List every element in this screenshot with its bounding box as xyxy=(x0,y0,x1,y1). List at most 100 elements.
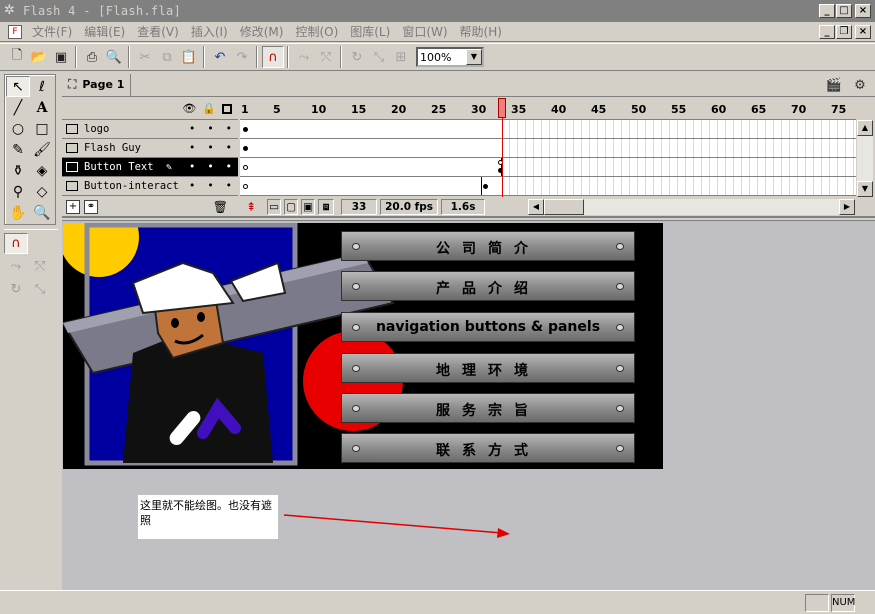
print-preview-icon[interactable]: 🔍 xyxy=(103,46,125,68)
nav-button-service[interactable]: 服务宗旨 xyxy=(341,393,635,423)
snap-magnet-icon[interactable]: ∩ xyxy=(262,46,284,68)
menu-help[interactable]: 帮助(H) xyxy=(454,22,508,42)
paint-bucket-tool-icon[interactable]: ◈ xyxy=(30,160,54,181)
frame-row-button-text[interactable] xyxy=(240,158,856,177)
oval-tool-icon[interactable]: ○ xyxy=(6,118,30,139)
menu-view[interactable]: 查看(V) xyxy=(131,22,185,42)
frame-row-button-interaction[interactable] xyxy=(240,177,856,196)
scroll-left-icon[interactable]: ◀ xyxy=(528,199,544,215)
text-tool-icon[interactable]: A xyxy=(30,97,54,118)
scale-icon[interactable]: ⤡ xyxy=(368,46,390,68)
playhead[interactable] xyxy=(498,98,506,118)
rectangle-tool-icon[interactable]: □ xyxy=(30,118,54,139)
frame-area[interactable]: 1 5 10 15 20 25 30 35 40 45 50 55 60 65 … xyxy=(240,98,856,197)
scene-tab[interactable]: ⛶ Page 1 xyxy=(62,73,132,96)
minimize-button[interactable]: _ xyxy=(819,4,835,18)
copy-icon[interactable]: ⧉ xyxy=(156,46,178,68)
cut-icon[interactable]: ✂ xyxy=(134,46,156,68)
edit-scene-icon[interactable]: 🎬 xyxy=(823,75,845,95)
dropper-tool-icon[interactable]: ⚲ xyxy=(6,181,30,202)
keyframe[interactable] xyxy=(483,184,488,189)
smooth-icon[interactable]: ⤳ xyxy=(293,46,315,68)
layer-row-logo[interactable]: logo • • • xyxy=(62,120,238,139)
menu-window[interactable]: 窗口(W) xyxy=(396,22,453,42)
keyframe[interactable] xyxy=(243,165,248,170)
rotate-icon[interactable]: ↻ xyxy=(346,46,368,68)
nav-button-company[interactable]: 公司简介 xyxy=(341,231,635,261)
straighten-icon[interactable]: ⤲ xyxy=(315,46,337,68)
scale-option-icon[interactable]: ⤡ xyxy=(28,279,52,300)
title-bar[interactable]: ✲ Flash 4 - [Flash.fla] _ □ × xyxy=(0,0,875,22)
menu-modify[interactable]: 修改(M) xyxy=(234,22,290,42)
brush-tool-icon[interactable]: 🖌 xyxy=(30,139,54,160)
timeline-horizontal-scrollbar[interactable]: ◀ ▶ xyxy=(528,199,855,215)
smooth-option-icon[interactable]: ⤳ xyxy=(4,256,28,277)
line-tool-icon[interactable]: ╱ xyxy=(6,97,30,118)
scroll-track[interactable] xyxy=(857,136,873,181)
work-area[interactable]: 公司简介 产品介绍 navigation buttons & panels 地理… xyxy=(62,220,875,590)
scroll-down-icon[interactable]: ▼ xyxy=(857,181,873,197)
layer-row-button-interaction[interactable]: Button-interacti • • • xyxy=(62,177,238,196)
menu-control[interactable]: 控制(O) xyxy=(289,22,344,42)
doc-restore-button[interactable]: ❐ xyxy=(836,25,852,39)
add-guide-layer-icon[interactable]: ⚭ xyxy=(84,200,98,214)
stage[interactable]: 公司简介 产品介绍 navigation buttons & panels 地理… xyxy=(63,223,663,469)
open-folder-icon[interactable]: 📂 xyxy=(28,46,50,68)
arrow-tool-icon[interactable]: ↖ xyxy=(6,76,30,97)
frame-row-flash-guy[interactable] xyxy=(240,139,856,158)
onion-outline-icon[interactable]: ▢ xyxy=(284,199,299,215)
layer-row-flash-guy[interactable]: Flash Guy • • • xyxy=(62,139,238,158)
rotate-option-icon[interactable]: ↻ xyxy=(4,279,28,300)
straighten-option-icon[interactable]: ⤲ xyxy=(28,256,52,277)
save-disk-icon[interactable]: ▣ xyxy=(50,46,72,68)
chevron-down-icon[interactable]: ▼ xyxy=(466,49,482,65)
trash-icon[interactable]: 🗑 xyxy=(213,200,228,214)
edit-multiple-icon[interactable]: ▣ xyxy=(301,199,316,215)
doc-close-button[interactable]: × xyxy=(855,25,871,39)
scroll-up-icon[interactable]: ▲ xyxy=(857,120,873,136)
timeline-vertical-scrollbar[interactable]: ▲ ▼ xyxy=(857,120,873,197)
redo-icon[interactable]: ↷ xyxy=(231,46,253,68)
snap-magnet-option-icon[interactable]: ∩ xyxy=(4,233,28,254)
flash-app-icon[interactable]: ✲ xyxy=(4,3,20,19)
zoom-select[interactable]: 100% ▼ xyxy=(416,47,484,67)
close-button[interactable]: × xyxy=(855,4,871,18)
hand-tool-icon[interactable]: ✋ xyxy=(6,202,30,223)
keyframe[interactable] xyxy=(243,146,248,151)
doc-minimize-button[interactable]: _ xyxy=(819,25,835,39)
frame-rate-field[interactable]: 20.0 fps xyxy=(380,199,439,215)
document-icon[interactable]: F xyxy=(8,24,22,39)
keyframe[interactable] xyxy=(243,127,248,132)
menu-file[interactable]: 文件(F) xyxy=(26,22,78,42)
maximize-button[interactable]: □ xyxy=(836,4,852,18)
edit-symbol-icon[interactable]: ⚙ xyxy=(849,75,871,95)
onion-skin-icon[interactable]: ▭ xyxy=(267,199,282,215)
layer-toggles[interactable]: • • • xyxy=(189,142,232,154)
keyframe[interactable] xyxy=(243,184,248,189)
add-layer-icon[interactable]: + xyxy=(66,200,80,214)
print-icon[interactable]: ⎙ xyxy=(81,46,103,68)
undo-icon[interactable]: ↶ xyxy=(209,46,231,68)
modify-markers-icon[interactable]: ⧈ xyxy=(318,199,335,215)
nav-button-location[interactable]: 地理环境 xyxy=(341,353,635,383)
center-frame-icon[interactable]: ⇞ xyxy=(246,200,256,214)
magnifier-tool-icon[interactable]: 🔍 xyxy=(30,202,54,223)
nav-button-products[interactable]: 产品介绍 xyxy=(341,271,635,301)
eye-icon[interactable]: 👁 xyxy=(182,102,196,115)
menu-edit[interactable]: 编辑(E) xyxy=(78,22,131,42)
nav-button-contact[interactable]: 联系方式 xyxy=(341,433,635,463)
frame-ruler[interactable]: 1 5 10 15 20 25 30 35 40 45 50 55 60 65 … xyxy=(240,98,856,120)
outline-square-icon[interactable] xyxy=(222,103,232,114)
frame-row-logo[interactable] xyxy=(240,120,856,139)
scroll-track[interactable] xyxy=(584,199,839,215)
layer-row-button-text[interactable]: Button Text ✎ • • • xyxy=(62,158,238,177)
scroll-right-icon[interactable]: ▶ xyxy=(839,199,855,215)
lock-icon[interactable]: 🔒 xyxy=(202,102,216,115)
layer-toggles[interactable]: • • • xyxy=(189,123,232,135)
menu-library[interactable]: 图库(L) xyxy=(344,22,396,42)
align-icon[interactable]: ⊞ xyxy=(390,46,412,68)
lasso-tool-icon[interactable]: ℓ xyxy=(30,76,54,97)
ink-bottle-tool-icon[interactable]: ⚱ xyxy=(6,160,30,181)
layer-toggles[interactable]: • • • xyxy=(189,161,232,173)
eraser-tool-icon[interactable]: ◇ xyxy=(30,181,54,202)
